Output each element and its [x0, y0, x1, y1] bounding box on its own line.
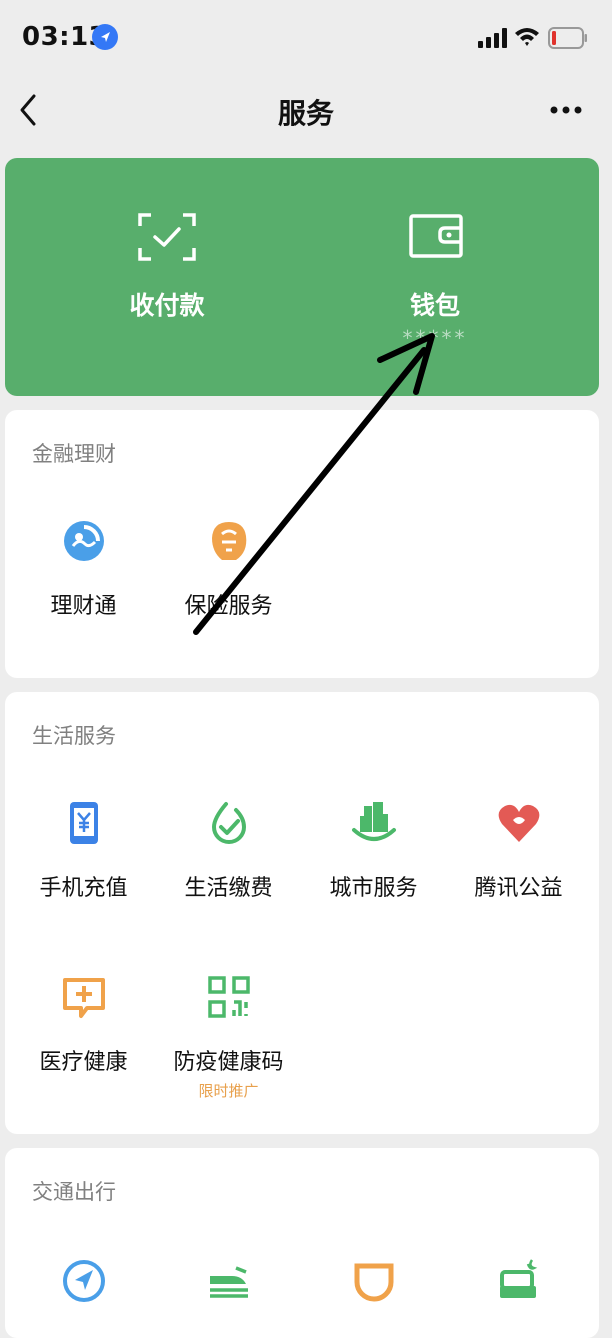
medical-icon — [63, 978, 105, 1018]
train-icon — [210, 1266, 248, 1298]
hotel-bed-icon — [500, 1259, 538, 1298]
pay-card: 收付款 钱包 ***** — [5, 158, 599, 396]
charity-heart-icon — [498, 804, 540, 842]
navigation-icon — [63, 1260, 105, 1302]
section-finance: 金融理财 理财通 保险服务 — [5, 410, 599, 678]
grid-item-phone-recharge[interactable]: 手机充值 — [11, 800, 156, 910]
grid-item-label: 城市服务 — [329, 876, 418, 901]
city-service-icon — [352, 802, 396, 841]
grid-item-label: 生活缴费 — [184, 876, 273, 901]
licaitong-icon — [64, 521, 104, 561]
grid-item-health-code[interactable]: 防疫健康码 限时推广 — [156, 974, 301, 1104]
wallet-button[interactable]: 钱包 ***** — [335, 158, 535, 396]
wallet-label: 钱包 — [409, 291, 460, 320]
didi-icon — [354, 1263, 394, 1302]
section-life: 生活服务 手机充值 生活缴费 城市服务 腾讯公益 医疗健康 防疫健康码 限时推广 — [5, 692, 599, 1134]
grid-item-licaitong[interactable]: 理财通 — [11, 518, 156, 628]
grid-item-medical[interactable]: 医疗健康 — [11, 974, 156, 1104]
grid-item-label: 理财通 — [50, 594, 117, 619]
battery-icon — [548, 27, 587, 49]
status-bar: 03:13 — [0, 0, 612, 76]
page-title: 服务 — [277, 97, 334, 130]
grid-item-transport-4[interactable] — [446, 1258, 591, 1318]
grid-item-label: 腾讯公益 — [474, 876, 563, 901]
cellular-signal-icon — [478, 28, 507, 48]
receive-payment-button[interactable]: 收付款 — [67, 158, 267, 396]
section-title: 生活服务 — [32, 724, 116, 748]
grid-item-label: 手机充值 — [39, 876, 128, 901]
wifi-icon — [515, 28, 539, 46]
qr-code-icon — [208, 976, 250, 1018]
more-options-button[interactable] — [544, 96, 588, 124]
wallet-balance-masked: ***** — [402, 326, 468, 350]
scan-check-icon — [138, 213, 196, 261]
wallet-icon — [409, 214, 463, 258]
nav-bar: 服务 — [0, 76, 612, 146]
utility-bill-icon — [211, 802, 247, 844]
grid-item-utility-bill[interactable]: 生活缴费 — [156, 800, 301, 910]
grid-item-city-service[interactable]: 城市服务 — [301, 800, 446, 910]
grid-item-label: 保险服务 — [184, 594, 273, 619]
section-title: 交通出行 — [32, 1180, 116, 1204]
section-title: 金融理财 — [32, 442, 116, 466]
grid-item-transport-1[interactable] — [11, 1258, 156, 1318]
receive-payment-label: 收付款 — [129, 291, 205, 320]
phone-recharge-icon — [70, 802, 98, 844]
grid-item-label: 防疫健康码 — [173, 1050, 284, 1075]
section-transport: 交通出行 — [5, 1148, 599, 1338]
insurance-icon — [212, 522, 247, 560]
promo-badge: 限时推广 — [198, 1082, 259, 1100]
grid-item-transport-3[interactable] — [301, 1258, 446, 1318]
grid-item-label: 医疗健康 — [39, 1050, 128, 1075]
grid-item-transport-2[interactable] — [156, 1258, 301, 1318]
grid-item-tencent-charity[interactable]: 腾讯公益 — [446, 800, 591, 910]
grid-item-insurance[interactable]: 保险服务 — [156, 518, 301, 628]
location-arrow-icon — [92, 24, 118, 50]
